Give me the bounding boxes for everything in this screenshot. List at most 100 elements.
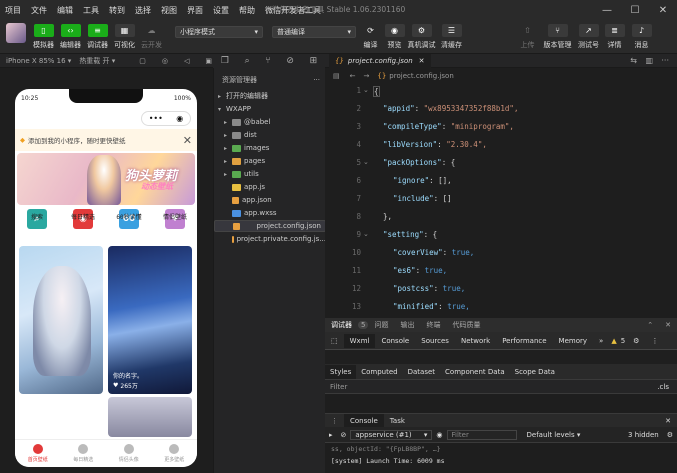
branch-icon[interactable]: ⑂ — [265, 56, 270, 66]
volume-icon[interactable]: ◁ — [184, 57, 189, 65]
gear-icon[interactable]: ⚙ — [663, 431, 677, 439]
sidebar-toggle-icon[interactable]: ▤ — [333, 72, 340, 80]
real-device-debug-button[interactable]: ⚙ 真机调试 — [408, 24, 436, 50]
banner[interactable]: 狗头萝莉 动态壁纸 — [17, 153, 195, 205]
tab-scope-data[interactable]: Scope Data — [510, 368, 560, 376]
compile-mode-select[interactable]: 普通编译 ▾ — [272, 26, 356, 38]
tab-home[interactable]: 首页壁纸 — [15, 440, 61, 467]
eye-icon[interactable]: ◉ — [432, 431, 446, 439]
tab-terminal[interactable]: 终端 — [420, 320, 446, 330]
test-account-button[interactable]: ↗ 测试号 — [575, 24, 602, 50]
editor-toggle[interactable]: ‹› 编辑器 — [57, 24, 84, 50]
open-editors-section[interactable]: ▸ 打开的编辑器 — [214, 90, 326, 102]
menu-view[interactable]: 视图 — [156, 5, 182, 16]
tab-sources[interactable]: Sources — [415, 337, 455, 345]
menu-edit[interactable]: 编辑 — [52, 5, 78, 16]
more-icon[interactable]: ··· — [313, 76, 320, 84]
tab-couple[interactable]: 情侣头像 — [106, 440, 152, 467]
minimize-button[interactable]: — — [593, 0, 621, 20]
simulator-toggle[interactable]: ▯ 模拟器 — [30, 24, 57, 50]
menu-tools[interactable]: 工具 — [78, 5, 104, 16]
close-window-button[interactable]: ✕ — [649, 0, 677, 20]
tab-dataset[interactable]: Dataset — [403, 368, 440, 376]
tab-network[interactable]: Network — [455, 337, 496, 345]
avatar[interactable] — [6, 23, 26, 43]
detail-button[interactable]: ≣ 详情 — [601, 24, 628, 50]
close-icon[interactable]: ✕ — [659, 417, 677, 425]
wallpaper-card[interactable] — [108, 397, 192, 437]
category-daily[interactable]: ◉ 每日精选 — [63, 209, 103, 229]
record-icon[interactable]: ◎ — [162, 57, 168, 65]
more-icon[interactable]: ⋮ — [645, 337, 664, 345]
tab-output[interactable]: 输出 — [394, 320, 420, 330]
menu-wechat-devtools[interactable]: 微信开发者工具 — [260, 5, 326, 16]
category-60s[interactable]: 60 60秒读懂 — [109, 209, 149, 229]
preview-button[interactable]: ◉ 预览 — [381, 24, 408, 50]
wallpaper-card[interactable] — [19, 246, 103, 394]
tree-item-file[interactable]: app.json — [214, 194, 326, 206]
split-icon[interactable]: ⇆ — [630, 56, 637, 65]
tab-component-data[interactable]: Component Data — [440, 368, 510, 376]
upload-button[interactable]: ⇧ 上传 — [514, 24, 541, 50]
close-icon[interactable]: ✕ — [419, 57, 425, 65]
more-icon[interactable]: ••• — [149, 114, 163, 123]
breadcrumb-file[interactable]: project.config.json — [389, 72, 453, 80]
gear-icon[interactable]: ⚙ — [627, 337, 645, 345]
menu-help[interactable]: 帮助 — [234, 5, 260, 16]
tab-task[interactable]: Task — [384, 417, 411, 425]
close-icon[interactable]: ✕ — [183, 134, 192, 147]
tree-item-file[interactable]: project.private.config.js... — [214, 233, 326, 245]
category-search[interactable]: ⌕ 搜索 — [17, 209, 57, 229]
wallpaper-card[interactable]: 你的名字。 ♥ 265万 — [108, 246, 192, 394]
tab-problems[interactable]: 问题 — [368, 320, 394, 330]
tab-code-quality[interactable]: 代码质量 — [446, 320, 486, 330]
tree-item-folder[interactable]: ▸ pages — [214, 155, 326, 167]
search-icon[interactable]: ⌕ — [245, 56, 250, 66]
close-icon[interactable]: ✕ — [659, 321, 677, 329]
compile-button[interactable]: ⟳ 编译 — [357, 24, 384, 50]
cls-toggle[interactable]: .cls — [649, 383, 677, 391]
clear-icon[interactable]: ⊘ — [337, 431, 351, 439]
maximize-button[interactable]: ☐ — [621, 0, 649, 20]
more-icon[interactable]: ⋮ — [325, 417, 344, 425]
tree-item-file[interactable]: app.wxss — [214, 207, 326, 219]
layout-icon[interactable]: ▥ — [645, 56, 653, 65]
tab-console-drawer[interactable]: Console — [344, 413, 384, 428]
project-section[interactable]: ▾ WXAPP — [214, 103, 326, 115]
stop-icon[interactable]: ▢ — [139, 57, 146, 65]
context-select[interactable]: appservice (#1) ▾ — [350, 429, 433, 440]
files-icon[interactable]: ❐ — [221, 56, 229, 66]
message-button[interactable]: ♪ 消息 — [628, 24, 655, 50]
tab-debugger[interactable]: 调试器 — [325, 320, 358, 330]
menu-settings[interactable]: 设置 — [208, 5, 234, 16]
debugger-toggle[interactable]: ≡ 调试器 — [84, 24, 111, 50]
tree-item-folder[interactable]: ▸ dist — [214, 129, 326, 141]
sidebar-toggle-icon[interactable]: ▸ — [325, 431, 337, 439]
menu-interface[interactable]: 界面 — [182, 5, 208, 16]
tree-item-folder[interactable]: ▸ utils — [214, 168, 326, 180]
levels-select[interactable]: Default levels ▾ — [523, 431, 585, 439]
console-filter-input[interactable]: Filter — [446, 429, 517, 440]
menu-project[interactable]: 项目 — [0, 5, 26, 16]
tree-item-file-selected[interactable]: project.config.json — [214, 220, 326, 232]
tree-item-folder[interactable]: ▸ images — [214, 142, 326, 154]
mode-select[interactable]: 小程序模式 ▾ — [175, 26, 263, 38]
target-icon[interactable]: ◉ — [176, 114, 183, 123]
fold-icon[interactable]: ⌄ — [363, 158, 369, 166]
tab-computed[interactable]: Computed — [356, 368, 402, 376]
chevron-up-icon[interactable]: ⌃ — [641, 321, 659, 329]
menu-select[interactable]: 选择 — [130, 5, 156, 16]
more-icon[interactable]: ··· — [661, 56, 669, 65]
menu-capsule[interactable]: ••• ◉ — [141, 111, 191, 126]
debug-icon[interactable]: ⊘ — [286, 56, 294, 66]
version-button[interactable]: ⑂ 版本管理 — [544, 24, 572, 50]
back-icon[interactable]: ← — [350, 72, 356, 80]
tab-more[interactable]: 更多壁纸 — [152, 440, 198, 467]
inspect-icon[interactable]: ⬚ — [325, 337, 344, 345]
tab-daily[interactable]: 每日精选 — [61, 440, 107, 467]
tab-wxml[interactable]: Wxml — [343, 333, 376, 348]
menu-goto[interactable]: 转到 — [104, 5, 130, 16]
tab-console[interactable]: Console — [375, 337, 415, 345]
tree-item-folder[interactable]: ▸ @babel — [214, 116, 326, 128]
fold-icon[interactable]: ⌄ — [363, 230, 369, 238]
